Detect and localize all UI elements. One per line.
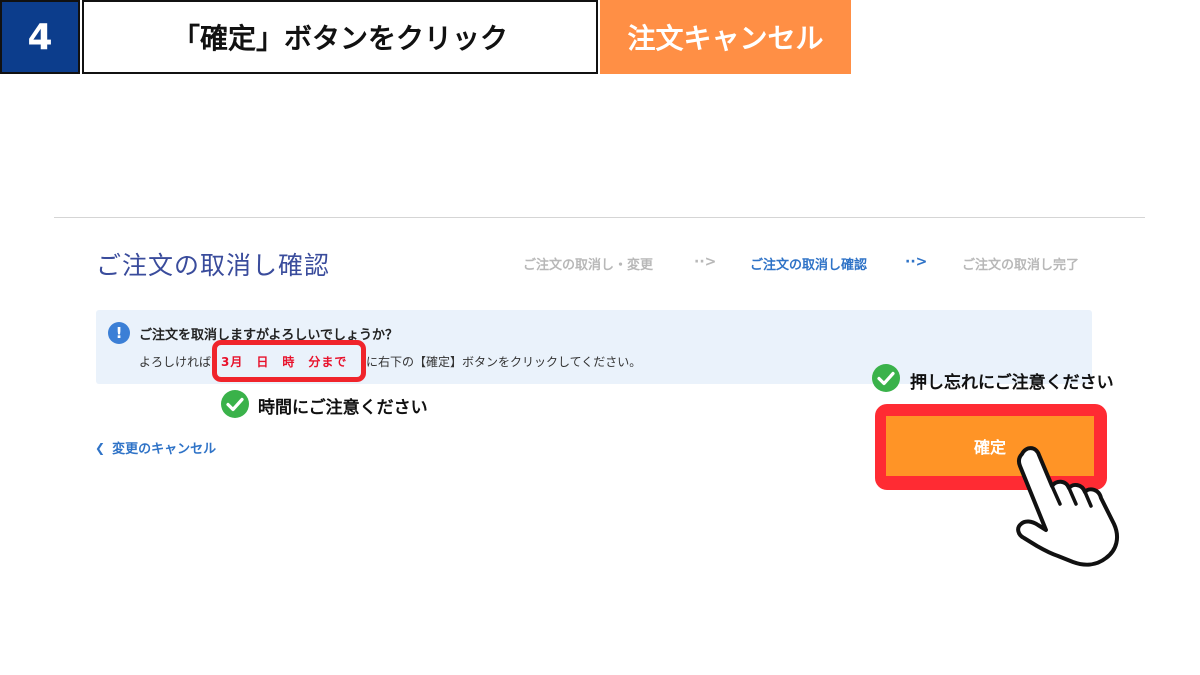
step-category-tag: 注文キャンセル bbox=[600, 0, 851, 74]
pointing-hand-icon bbox=[1016, 446, 1120, 567]
notice-text-prefix: よろしければ bbox=[139, 355, 212, 369]
progress-arrow-icon: ··> bbox=[905, 254, 928, 270]
progress-step-confirm: ご注文の取消し確認 bbox=[750, 258, 868, 273]
header-divider bbox=[54, 217, 1145, 218]
deadline-highlight-box bbox=[212, 340, 366, 382]
progress-steps: ご注文の取消し・変更 ··> ご注文の取消し確認 ··> ご注文の取消し完了 bbox=[0, 254, 1200, 274]
chevron-left-icon: ❮ bbox=[95, 440, 106, 455]
time-note: 時間にご注意ください bbox=[258, 398, 428, 418]
progress-arrow-icon: ··> bbox=[694, 254, 717, 270]
cancel-change-label: 変更のキャンセル bbox=[112, 442, 217, 457]
cancel-change-link[interactable]: ❮ 変更のキャンセル bbox=[95, 438, 217, 458]
check-icon bbox=[221, 390, 249, 418]
step-title: 「確定」ボタンをクリック bbox=[82, 0, 598, 74]
confirm-note: 押し忘れにご注意ください bbox=[910, 373, 1114, 393]
notice-text-suffix: に右下の【確定】ボタンをクリックしてください。 bbox=[366, 355, 642, 369]
step-number-badge: 4 bbox=[0, 0, 80, 74]
info-icon: ! bbox=[108, 322, 130, 344]
progress-step-change: ご注文の取消し・変更 bbox=[523, 258, 654, 273]
progress-step-complete: ご注文の取消し完了 bbox=[962, 258, 1080, 273]
check-icon bbox=[872, 364, 900, 392]
